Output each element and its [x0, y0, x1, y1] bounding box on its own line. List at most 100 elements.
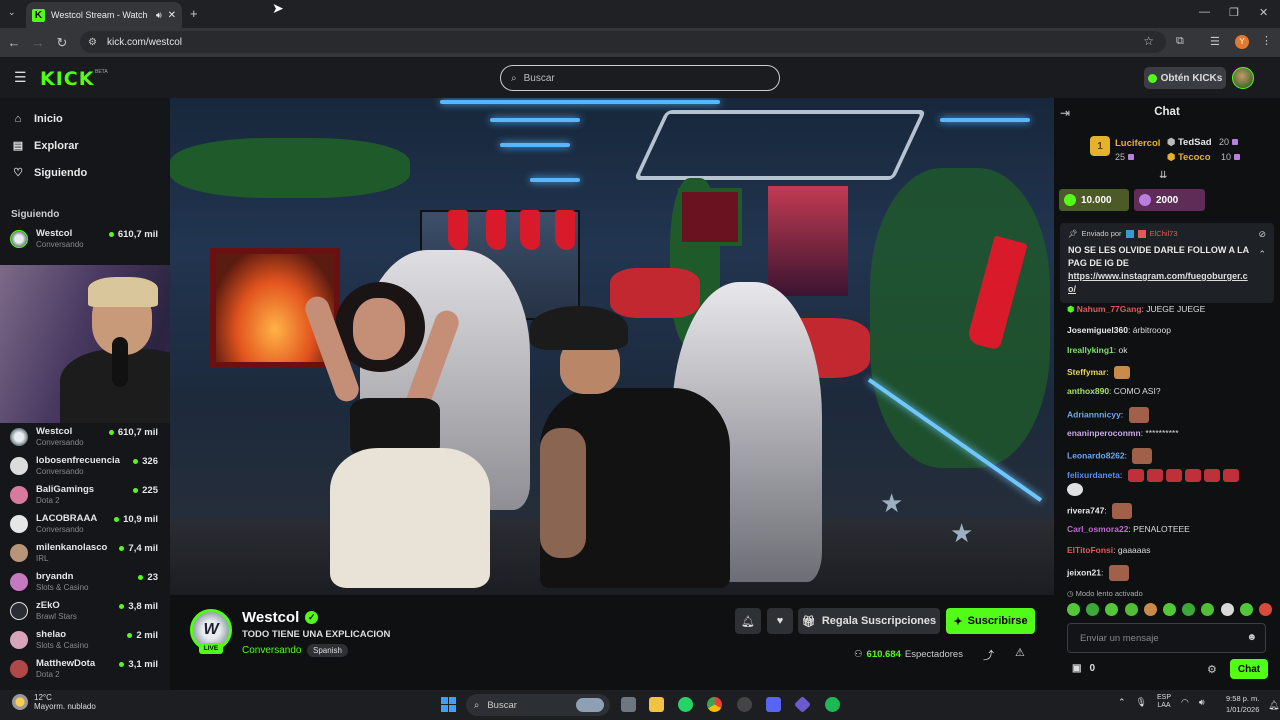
channel-category: Slots & Casino — [36, 641, 89, 650]
clock[interactable]: 9:58 p. m. 1/01/2026 — [1226, 693, 1259, 715]
report-icon[interactable]: ⚠ — [1015, 646, 1025, 659]
leaderboard-name[interactable]: ⬢ TedSad — [1167, 137, 1212, 148]
microphone-icon[interactable]: 🎙︎ — [1136, 697, 1147, 708]
browser-menu-icon[interactable]: ⋮ — [1261, 34, 1272, 47]
emote-icon[interactable] — [1143, 603, 1157, 616]
emote-icon[interactable] — [1067, 603, 1080, 616]
url-bar[interactable]: ⚙︎ kick.com/westcol ☆ — [80, 31, 1166, 53]
send-chat-button[interactable]: Chat — [1230, 659, 1268, 679]
recommended-channel[interactable]: Westcol Conversando 610,7 mil — [10, 424, 162, 452]
channel-category: IRL — [36, 554, 49, 563]
tab-close-icon[interactable]: ✕ — [168, 10, 176, 21]
nav-home[interactable]: ⌂ Inicio — [12, 113, 63, 125]
channel-points[interactable]: ▣ 0 — [1072, 663, 1095, 674]
follow-button[interactable]: ♥ — [767, 608, 793, 634]
kicks-chip[interactable]: 2000 — [1134, 189, 1205, 211]
chat-settings-icon[interactable]: ⚙ — [1207, 663, 1217, 676]
points-icon: ▣ — [1072, 663, 1082, 674]
whatsapp-icon[interactable] — [678, 697, 693, 712]
emote-icon[interactable] — [1105, 603, 1119, 616]
task-view-icon[interactable] — [621, 697, 636, 712]
recommended-channel[interactable]: bryandn Slots & Casino 23 — [10, 569, 162, 597]
emote-icon[interactable] — [1086, 603, 1100, 616]
obs-icon[interactable] — [737, 697, 752, 712]
chat-message: Leonardo8262: — [1067, 448, 1272, 464]
emote-icon[interactable] — [1162, 603, 1176, 616]
recommended-channel[interactable]: shelao Slots & Casino 2 mil — [10, 627, 162, 655]
notification-icon[interactable]: 🔔︎ — [1268, 700, 1279, 711]
notifications-button[interactable]: 🔔︎ — [735, 608, 761, 634]
emote-icon[interactable] — [1124, 603, 1138, 616]
kick-logo[interactable]: KICK — [40, 68, 94, 90]
chrome-icon[interactable] — [707, 697, 722, 712]
date: 1/01/2026 — [1226, 705, 1260, 714]
file-explorer-icon[interactable] — [649, 697, 664, 712]
bookmark-star-icon[interactable]: ☆ — [1143, 34, 1154, 48]
chat-message-input[interactable]: Enviar un mensaje ☻ — [1067, 623, 1266, 653]
emote-icon[interactable] — [1201, 603, 1215, 616]
gift-icon: 🎁︎ — [801, 615, 816, 628]
video-player[interactable]: ★ ★ — [170, 98, 1054, 595]
recommended-channel[interactable]: lobosenfrecuencia Conversando 326 — [10, 453, 162, 481]
share-icon[interactable]: ⤴ — [983, 647, 994, 663]
gift-subs-button[interactable]: 🎁︎ Regala Suscripciones — [798, 608, 940, 634]
profile-avatar[interactable]: Y — [1235, 35, 1249, 49]
tab-search-icon[interactable]: ⌄ — [8, 7, 16, 18]
leaderboard-name[interactable]: Lucifercol — [1115, 138, 1160, 149]
chat-message-continued — [1067, 483, 1272, 496]
leaderboard-name[interactable]: ⬢ Tecoco — [1167, 152, 1211, 163]
channel-name[interactable]: Westcol ✓ — [242, 609, 319, 626]
keyboard-language[interactable]: ESP LAA — [1157, 694, 1171, 710]
restore-icon[interactable]: ❐ — [1229, 6, 1239, 19]
start-button[interactable] — [441, 697, 456, 712]
pinned-username[interactable]: ElChil73 — [1150, 229, 1178, 238]
volume-icon[interactable]: 🔊︎ — [1199, 697, 1205, 708]
window-close-icon[interactable]: ✕ — [1259, 6, 1268, 19]
discord-icon[interactable] — [766, 697, 781, 712]
menu-icon[interactable]: ☰ — [14, 69, 27, 86]
back-icon[interactable]: ← — [2, 35, 26, 50]
pinned-message[interactable]: 📌︎ Enviado por ElChil73 NO SE LES OLVIDE… — [1060, 223, 1274, 303]
site-info-icon[interactable]: ⚙︎ — [88, 37, 97, 48]
wifi-icon[interactable]: ◠ — [1181, 697, 1189, 708]
taskbar-search[interactable]: ⌕ Buscar — [466, 694, 610, 716]
sort-icon[interactable]: ⇊ — [1159, 170, 1167, 181]
kicks-chip[interactable]: 10.000 — [1059, 189, 1129, 211]
nav-explore[interactable]: ▤ Explorar — [12, 139, 79, 153]
recommended-channel[interactable]: zEkO Brawl Stars 3,8 mil — [10, 598, 162, 626]
language-tag[interactable]: Spanish — [307, 644, 348, 657]
pinned-link[interactable]: https://www.instagram.com/fuegoburger.co… — [1068, 270, 1253, 296]
app-icon[interactable] — [794, 696, 811, 713]
recommended-channel[interactable]: milenkanolasco IRL 7,4 mil — [10, 540, 162, 568]
subscribe-button[interactable]: ✦ Suscribirse — [946, 608, 1035, 634]
minimize-icon[interactable]: — — [1199, 6, 1210, 18]
emote-icon[interactable] — [1182, 603, 1196, 616]
forward-icon[interactable]: → — [26, 35, 50, 50]
recommended-channel[interactable]: BaliGamings Dota 2 225 — [10, 482, 162, 510]
recommended-channel[interactable]: LACOBRAAA Conversando 10,9 mil — [10, 511, 162, 539]
extensions-icon[interactable]: ⧉ — [1176, 35, 1184, 48]
new-tab-icon[interactable]: + — [190, 6, 198, 21]
reading-list-icon[interactable]: ☰ — [1210, 35, 1220, 48]
reload-icon[interactable]: ↻ — [50, 35, 74, 51]
nav-following[interactable]: ♡ Siguiendo — [12, 166, 87, 180]
tray-overflow-icon[interactable]: ⌃ — [1118, 697, 1126, 708]
get-kicks-button[interactable]: Obtén KICKs — [1144, 67, 1226, 89]
emote-icon[interactable] — [1239, 603, 1253, 616]
followed-channel-westcol[interactable]: Westcol Conversando 610,7 mil — [10, 226, 162, 254]
emoji-icon[interactable]: ☻ — [1246, 632, 1257, 643]
audio-icon[interactable]: 🔊︎ — [156, 10, 162, 21]
search-input[interactable]: ⌕ Buscar — [500, 65, 780, 91]
avatar — [10, 486, 28, 504]
weather-widget[interactable]: 12°C Mayorm. nublado — [12, 693, 96, 711]
emote-icon[interactable] — [1258, 603, 1272, 616]
spotify-icon[interactable] — [825, 697, 840, 712]
unpin-icon[interactable]: ⊘ — [1258, 229, 1266, 240]
collapse-pinned-icon[interactable]: ⌃ — [1258, 249, 1266, 260]
emote-icon — [1112, 503, 1133, 519]
user-avatar[interactable] — [1232, 67, 1254, 89]
stream-category-link[interactable]: Conversando — [242, 645, 301, 656]
recommended-channel[interactable]: MatthewDota Dota 2 3,1 mil — [10, 656, 162, 684]
emote-icon[interactable] — [1220, 603, 1234, 616]
browser-tab[interactable]: K Westcol Stream - Watch Li 🔊︎ ✕ — [26, 2, 182, 28]
